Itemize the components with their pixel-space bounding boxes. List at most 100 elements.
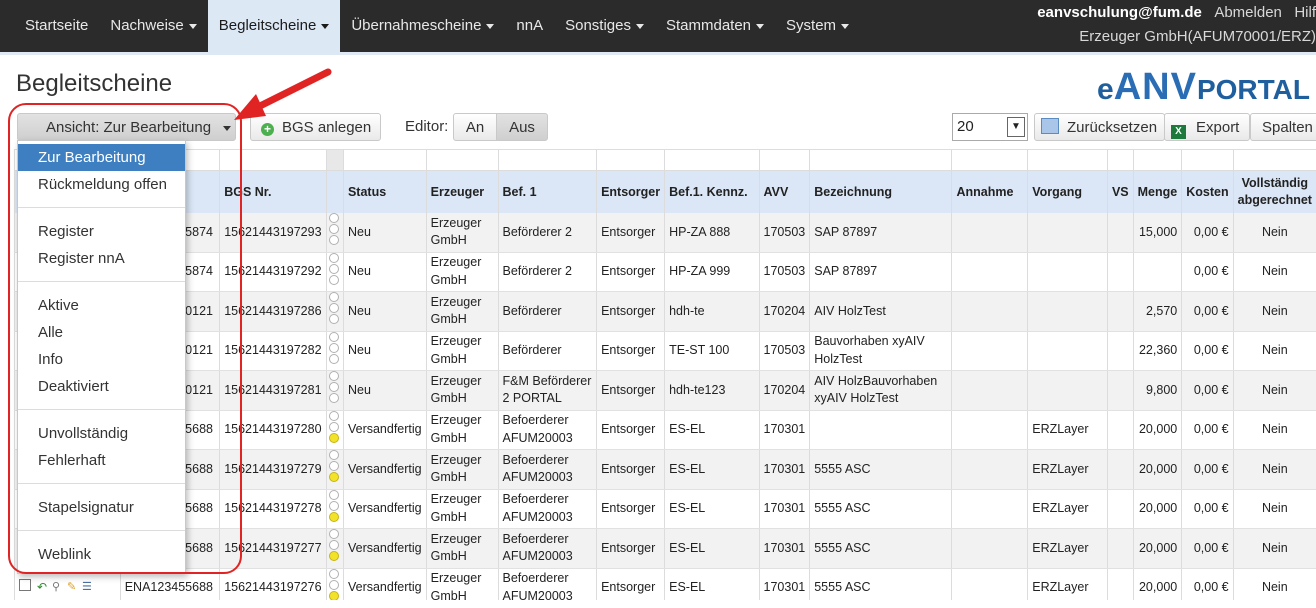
cell-menge: 9,800 (1132, 370, 1182, 411)
column-header[interactable]: Vorgang (1027, 170, 1108, 213)
filter-cell[interactable] (325, 150, 344, 171)
nav-item-1[interactable]: Nachweise (99, 0, 207, 52)
cell-avv: 170301 (758, 410, 810, 450)
status-light-icon (328, 450, 339, 483)
cell-menge: 20,000 (1132, 410, 1182, 450)
column-header[interactable]: Entsorger (596, 170, 665, 213)
cell-kennz: ES-EL (664, 449, 760, 490)
undo-icon[interactable]: ↶ (37, 579, 49, 594)
column-header[interactable]: Menge (1132, 170, 1182, 213)
filter-cell[interactable] (951, 150, 1028, 171)
table-row[interactable]: ↶ ⚲ ✎ ☰ ENA123455688 15621443197276 Versandfer… (14, 568, 1316, 600)
editor-on-button[interactable]: An (453, 113, 497, 141)
column-header[interactable] (325, 170, 344, 213)
list-icon[interactable]: ☰ (82, 579, 94, 593)
cell-bef1: Befoerderer AFUM20003 (497, 568, 597, 600)
filter-cell[interactable] (1132, 150, 1182, 171)
view-menu-item[interactable]: Deaktiviert (18, 373, 185, 400)
view-menu-item[interactable]: Aktive (18, 292, 185, 319)
help-link[interactable]: Hilf (1294, 4, 1316, 21)
cell-vorgang: ERZLayer (1027, 410, 1108, 450)
cell-entsorger: Entsorger (596, 213, 665, 253)
company-name: Erzeuger GmbH(AFUM70001/ERZ) (1079, 28, 1316, 45)
nav-item-5[interactable]: Sonstiges (554, 0, 655, 52)
cell-entsorger: Entsorger (596, 528, 665, 569)
table-row[interactable]: ↶⚲✎☰ENA12345568815621443197278Versandfer… (14, 489, 1316, 529)
cell-vs (1106, 331, 1134, 371)
filter-cell[interactable] (1106, 150, 1134, 171)
cell-vorgang (1027, 252, 1108, 292)
table-row[interactable]: ↶⚲✎☰ENA12347587415621443197292NeuErzeuge… (14, 252, 1316, 292)
export-button[interactable]: X Export (1164, 113, 1250, 141)
reset-button[interactable]: Zurücksetzen (1034, 113, 1165, 141)
filter-cell[interactable] (497, 150, 597, 171)
columns-button[interactable]: Spalten (1250, 113, 1316, 141)
column-header[interactable]: Status (342, 170, 427, 213)
view-menu-item[interactable]: Stapelsignatur (18, 494, 185, 521)
table-row[interactable]: ↶⚲✎☰ENA12342012115621443197286NeuErzeuge… (14, 291, 1316, 332)
cell-menge (1132, 252, 1182, 292)
column-header[interactable]: Bezeichnung (809, 170, 952, 213)
column-header[interactable]: BGS Nr. (219, 170, 327, 213)
row-checkbox[interactable] (19, 579, 31, 591)
filter-cell[interactable] (1181, 150, 1234, 171)
cell-annahme (951, 489, 1028, 529)
filter-cell[interactable] (664, 150, 760, 171)
view-menu-item[interactable]: Fehlerhaft (18, 447, 185, 474)
view-menu-item[interactable]: Register nnA (18, 245, 185, 272)
nav-item-3[interactable]: Übernahmescheine (340, 0, 505, 52)
editor-off-button[interactable]: Aus (496, 113, 548, 141)
view-menu-item[interactable]: Info (18, 346, 185, 373)
column-header[interactable]: Annahme (951, 170, 1028, 213)
cell-voll: Nein (1232, 331, 1316, 371)
table-row[interactable]: ↶⚲✎☰ENA12345568815621443197279Versandfer… (14, 449, 1316, 490)
column-header[interactable]: Kosten (1181, 170, 1234, 213)
page-size-select[interactable]: 20 ▼ (952, 113, 1028, 141)
logout-link[interactable]: Abmelden (1214, 4, 1282, 21)
view-menu-item[interactable]: Rückmeldung offen (18, 171, 185, 198)
view-menu-item[interactable]: Alle (18, 319, 185, 346)
table-row[interactable]: ↶⚲✎☰ENA12345568815621443197277Versandfer… (14, 528, 1316, 569)
nav-item-2[interactable]: Begleitscheine (207, 0, 341, 55)
filter-cell[interactable] (219, 150, 327, 171)
view-dropdown-button[interactable]: Ansicht: Zur Bearbeitung (17, 113, 236, 141)
cell-annahme (951, 568, 1028, 600)
filter-cell[interactable] (809, 150, 952, 171)
filter-cell[interactable] (758, 150, 810, 171)
column-header[interactable]: VS (1106, 170, 1134, 213)
table-row[interactable]: ↶⚲✎☰ENA12345568815621443197280Versandfer… (14, 410, 1316, 450)
table-row[interactable]: ↶⚲✎☰ENA12347587415621443197293NeuErzeuge… (14, 213, 1316, 253)
column-header[interactable]: AVV (758, 170, 810, 213)
table-row[interactable]: ↶⚲✎☰ENA12342012115621443197282NeuErzeuge… (14, 331, 1316, 371)
logo-anv: ANV (1113, 66, 1197, 108)
filter-cell[interactable] (425, 150, 498, 171)
column-header[interactable]: Vollständig abgerechnet (1232, 170, 1316, 213)
pencil-icon[interactable]: ✎ (67, 579, 79, 593)
menu-divider (18, 483, 185, 484)
search-icon[interactable]: ⚲ (52, 579, 64, 593)
cell-annahme (951, 449, 1028, 490)
column-header[interactable]: Bef.1. Kennz. (664, 170, 760, 213)
view-menu-item[interactable]: Weblink (18, 541, 185, 568)
table-row[interactable]: ↶⚲✎☰ENA12342012115621443197281NeuErzeuge… (14, 370, 1316, 411)
nav-item-label: Begleitscheine (218, 17, 317, 34)
filter-cell[interactable] (1027, 150, 1108, 171)
cell-menge: 20,000 (1132, 568, 1182, 600)
view-menu-item[interactable]: Unvollständig (18, 420, 185, 447)
nav-item-0[interactable]: Startseite (14, 0, 99, 52)
filter-cell[interactable] (1232, 150, 1316, 171)
cell-entsorger: Entsorger (596, 331, 665, 371)
status-light-icon (328, 529, 339, 562)
column-header[interactable]: Erzeuger (425, 170, 498, 213)
column-header[interactable]: Bef. 1 (497, 170, 597, 213)
nav-item-7[interactable]: System (775, 0, 860, 52)
view-menu-item[interactable]: Register (18, 218, 185, 245)
cell-bez: SAP 87897 (809, 213, 952, 253)
nav-item-6[interactable]: Stammdaten (655, 0, 775, 52)
cell-light (325, 213, 344, 253)
view-menu-item[interactable]: Zur Bearbeitung (18, 144, 185, 171)
cell-voll: Nein (1232, 252, 1316, 292)
nav-item-4[interactable]: nnA (505, 0, 554, 52)
filter-cell[interactable] (596, 150, 665, 171)
filter-cell[interactable] (342, 150, 427, 171)
